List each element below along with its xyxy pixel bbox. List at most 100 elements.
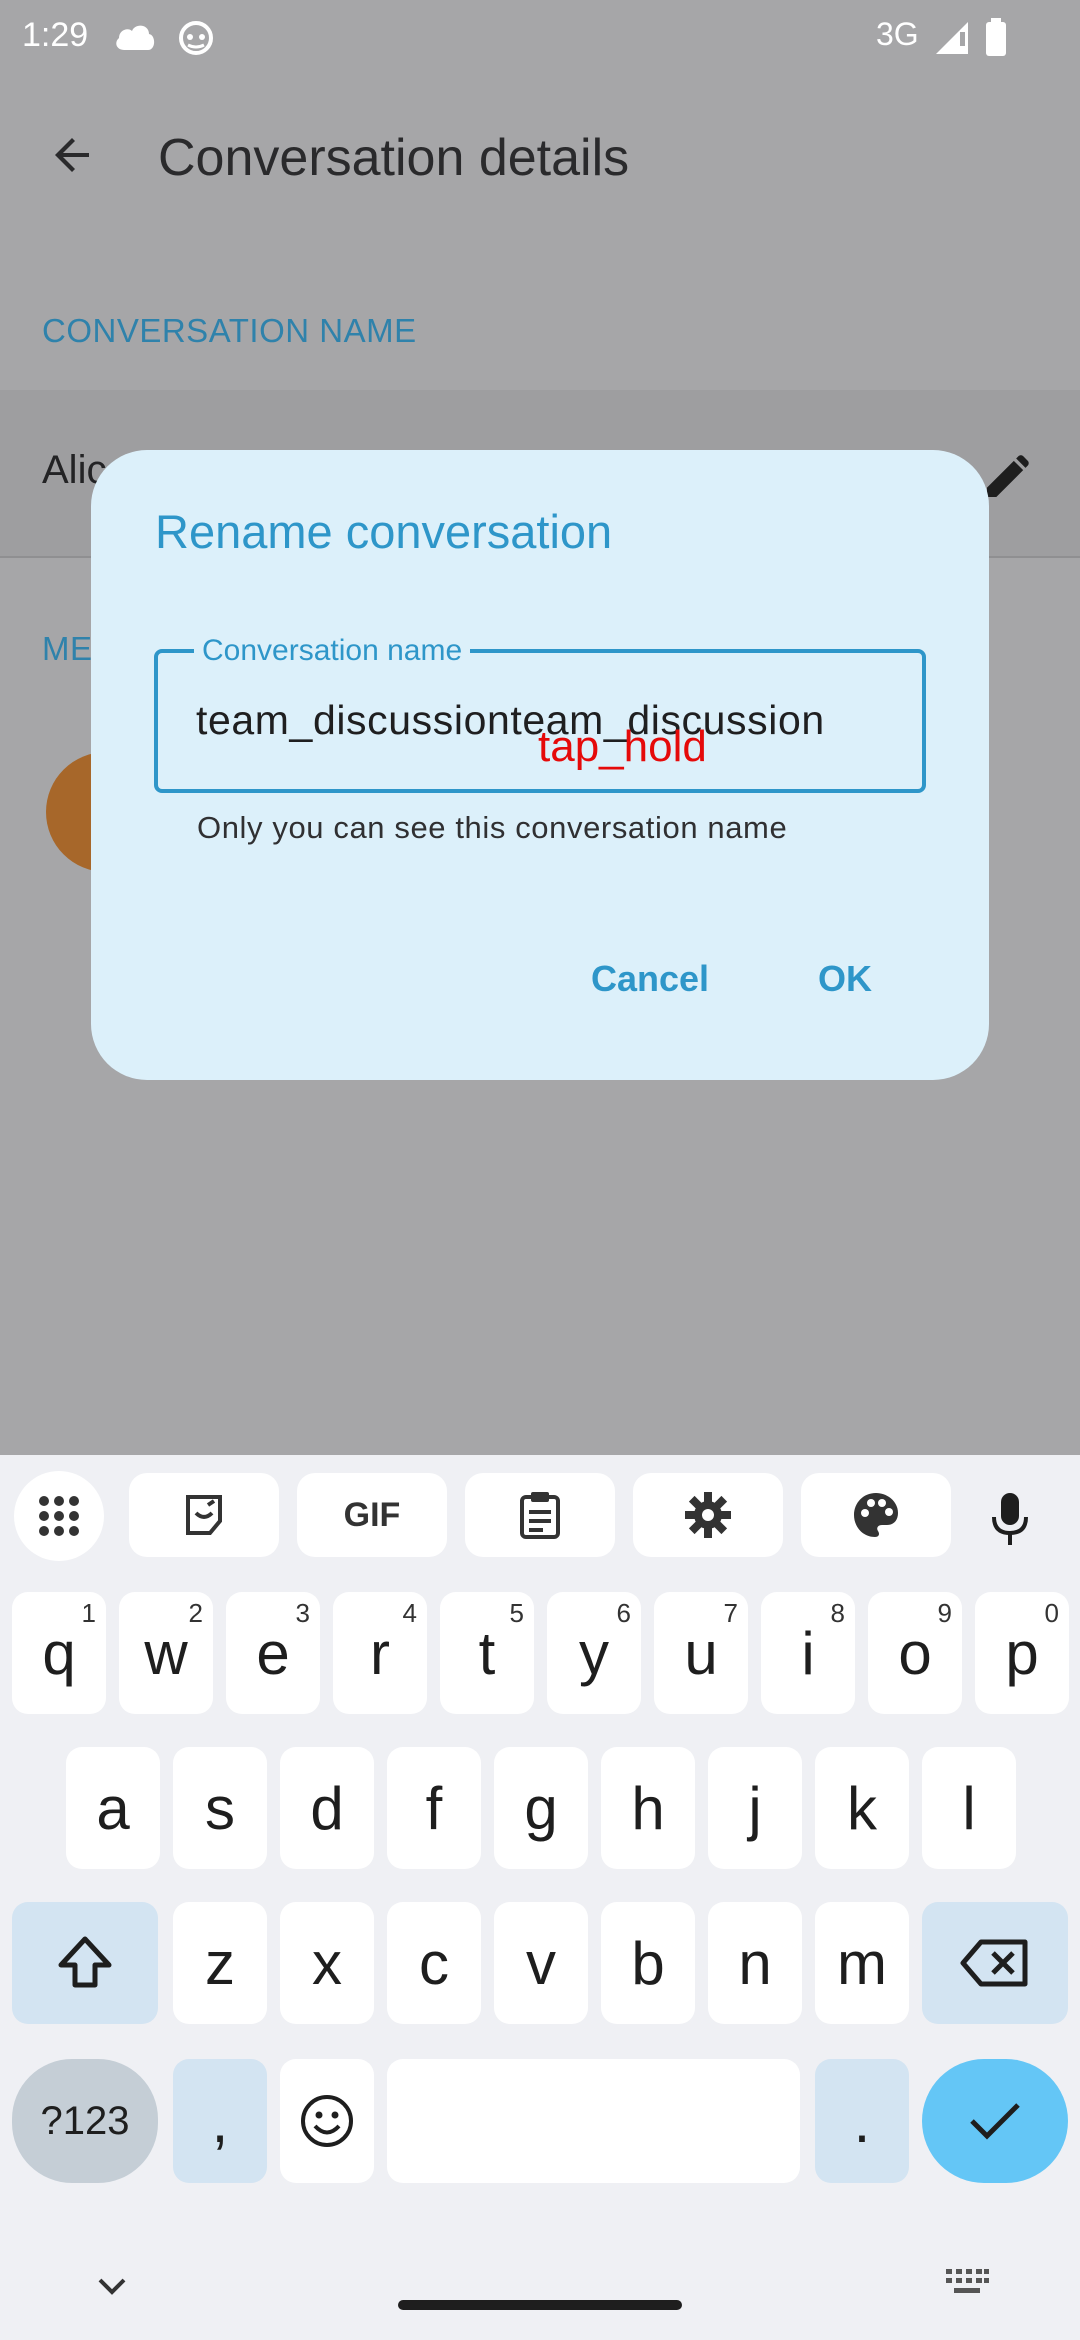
helper-text: Only you can see this conversation name: [197, 810, 788, 845]
key-e[interactable]: e3: [226, 1592, 320, 1714]
section-members-label: ME: [42, 630, 93, 667]
app-bar: Conversation details: [0, 74, 1080, 244]
key-hint: 4: [402, 1598, 417, 1628]
key-a[interactable]: a: [66, 1747, 160, 1869]
key-hint: 6: [616, 1598, 631, 1628]
period-key[interactable]: .: [815, 2059, 909, 2183]
key-k[interactable]: k: [815, 1747, 909, 1869]
voice-input-button[interactable]: [990, 1491, 1040, 1551]
clipboard-icon: [520, 1492, 560, 1539]
signal-icon: [936, 22, 968, 54]
key-v[interactable]: v: [494, 1902, 588, 2024]
android-icon: [179, 21, 213, 55]
key-hint: 0: [1044, 1598, 1059, 1628]
key-u[interactable]: u7: [654, 1592, 748, 1714]
apps-grid-button[interactable]: [14, 1471, 104, 1561]
status-time: 1:29: [22, 16, 89, 54]
settings-button[interactable]: [633, 1473, 783, 1557]
key-label: e: [256, 1619, 290, 1687]
cloud-icon: [116, 25, 155, 50]
network-type: 3G: [876, 16, 919, 52]
key-label: o: [898, 1619, 932, 1687]
conversation-name-input[interactable]: team_discussionteam_discussion: [196, 697, 825, 744]
sticker-icon: [186, 1495, 222, 1535]
key-label: t: [478, 1619, 496, 1687]
key-s[interactable]: s: [173, 1747, 267, 1869]
key-h[interactable]: h: [601, 1747, 695, 1869]
apps-grid-icon: [39, 1496, 79, 1536]
cancel-button[interactable]: Cancel: [591, 958, 709, 1000]
key-n[interactable]: n: [708, 1902, 802, 2024]
emoji-key[interactable]: [280, 2059, 374, 2183]
shift-key[interactable]: [12, 1902, 158, 2024]
key-label: i: [801, 1619, 815, 1687]
theme-button[interactable]: [801, 1473, 951, 1557]
symbols-key[interactable]: ?123: [12, 2059, 158, 2183]
gear-icon: [685, 1492, 731, 1538]
key-d[interactable]: d: [280, 1747, 374, 1869]
keyboard-icon: [946, 2269, 989, 2293]
home-gesture-bar[interactable]: [398, 2300, 682, 2310]
key-hint: 7: [723, 1598, 738, 1628]
checkmark-icon: [970, 2103, 1020, 2140]
key-p[interactable]: p0: [975, 1592, 1069, 1714]
key-m[interactable]: m: [815, 1902, 909, 2024]
space-key[interactable]: [387, 2059, 800, 2183]
key-r[interactable]: r4: [333, 1592, 427, 1714]
key-label: r: [370, 1619, 390, 1687]
key-b[interactable]: b: [601, 1902, 695, 2024]
key-label: q: [42, 1619, 76, 1687]
gif-button[interactable]: GIF: [297, 1473, 447, 1557]
key-hint: 5: [509, 1598, 524, 1628]
backspace-key[interactable]: [922, 1902, 1068, 2024]
key-g[interactable]: g: [494, 1747, 588, 1869]
key-label: w: [144, 1619, 188, 1687]
key-label: p: [1005, 1619, 1039, 1687]
rename-dialog: Rename conversation Conversation name te…: [91, 450, 989, 1080]
key-label: u: [684, 1619, 718, 1687]
comma-key[interactable]: ,: [173, 2059, 267, 2183]
hide-keyboard-button[interactable]: [92, 2272, 132, 2302]
chevron-down-icon: [98, 2278, 126, 2295]
key-i[interactable]: i8: [761, 1592, 855, 1714]
key-o[interactable]: o9: [868, 1592, 962, 1714]
section-name-label: CONVERSATION NAME: [42, 312, 417, 349]
key-q[interactable]: q1: [12, 1592, 106, 1714]
pencil-icon[interactable]: [980, 448, 1036, 504]
battery-icon: [986, 18, 1006, 56]
key-hint: 9: [937, 1598, 952, 1628]
palette-icon: [854, 1493, 898, 1537]
sticker-button[interactable]: [129, 1473, 279, 1557]
page-title: Conversation details: [158, 129, 630, 187]
key-hint: 3: [295, 1598, 310, 1628]
key-z[interactable]: z: [173, 1902, 267, 2024]
emoji-icon: [301, 2095, 353, 2147]
key-l[interactable]: l: [922, 1747, 1016, 1869]
key-j[interactable]: j: [708, 1747, 802, 1869]
key-x[interactable]: x: [280, 1902, 374, 2024]
dialog-title: Rename conversation: [155, 505, 613, 558]
key-y[interactable]: y6: [547, 1592, 641, 1714]
arrow-back-icon: [55, 138, 89, 172]
key-hint: 8: [830, 1598, 845, 1628]
key-f[interactable]: f: [387, 1747, 481, 1869]
enter-key[interactable]: [922, 2059, 1068, 2183]
key-c[interactable]: c: [387, 1902, 481, 2024]
key-hint: 2: [188, 1598, 203, 1628]
back-button[interactable]: [42, 124, 104, 186]
field-label: Conversation name: [194, 631, 471, 671]
key-w[interactable]: w2: [119, 1592, 213, 1714]
key-hint: 1: [81, 1598, 96, 1628]
shift-icon: [58, 1936, 112, 1988]
action-overlay-label: tap_hold: [538, 722, 707, 771]
ok-button[interactable]: OK: [818, 958, 872, 1000]
status-bar: 1:29 3G: [0, 0, 1080, 74]
keyboard-switch-button[interactable]: [944, 2267, 994, 2303]
gif-label: GIF: [343, 1495, 401, 1534]
backspace-icon: [960, 1939, 1028, 1987]
key-t[interactable]: t5: [440, 1592, 534, 1714]
keyboard: GIF q 1 w 2 e 3 r 4 t 5 y 6 u 7 i 8 o 9 …: [0, 1455, 1080, 2340]
mic-icon: [992, 1493, 1028, 1545]
key-label: y: [579, 1619, 609, 1687]
clipboard-button[interactable]: [465, 1473, 615, 1557]
